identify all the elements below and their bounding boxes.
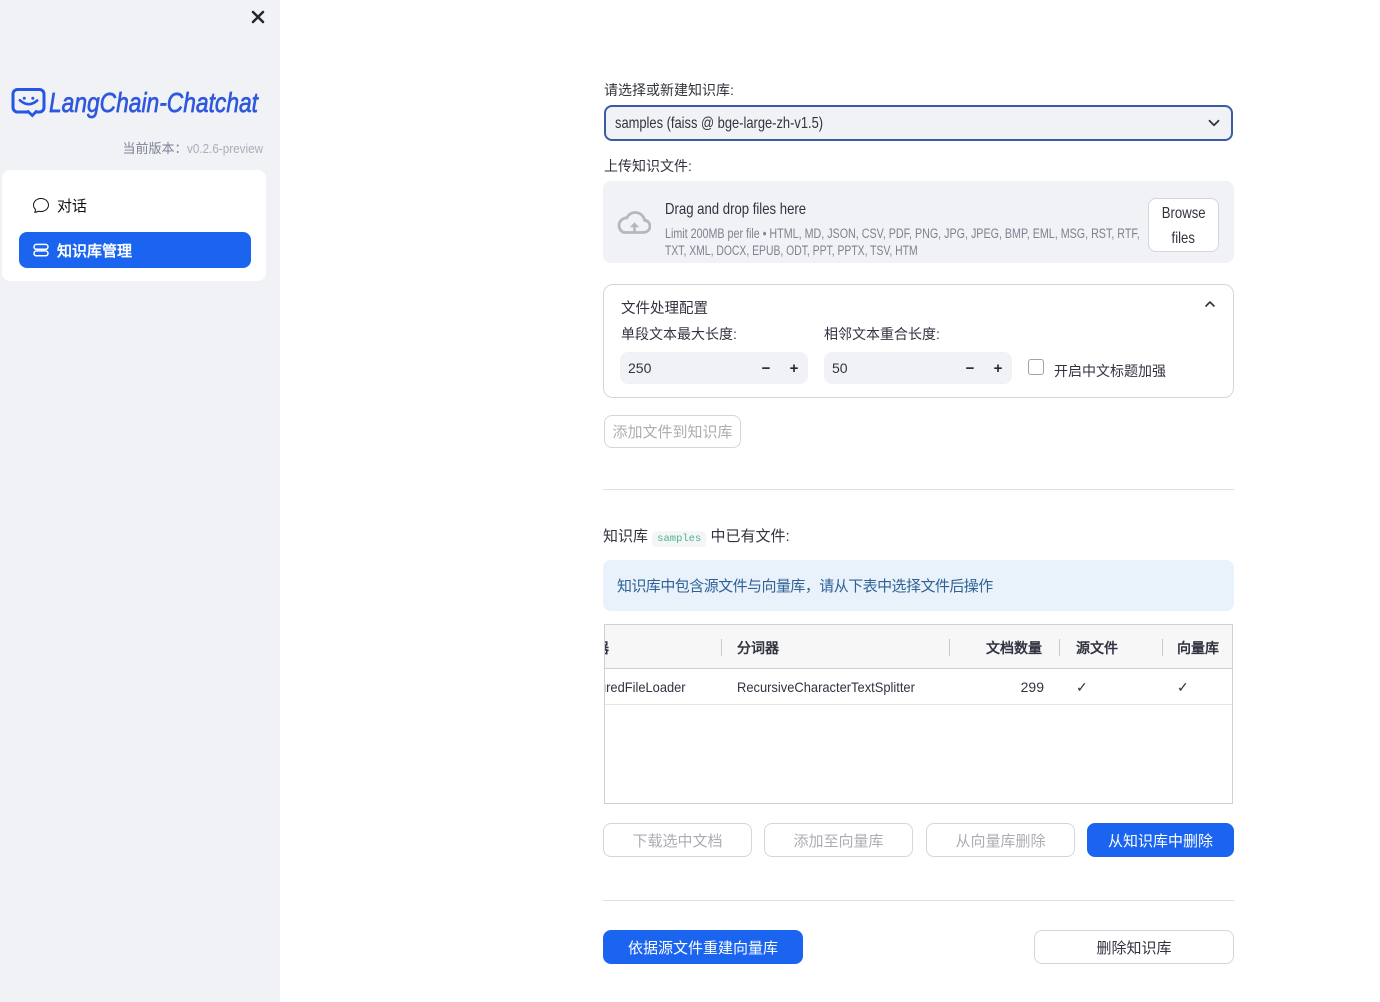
- svg-text:LangChain-Chatchat: LangChain-Chatchat: [49, 87, 259, 118]
